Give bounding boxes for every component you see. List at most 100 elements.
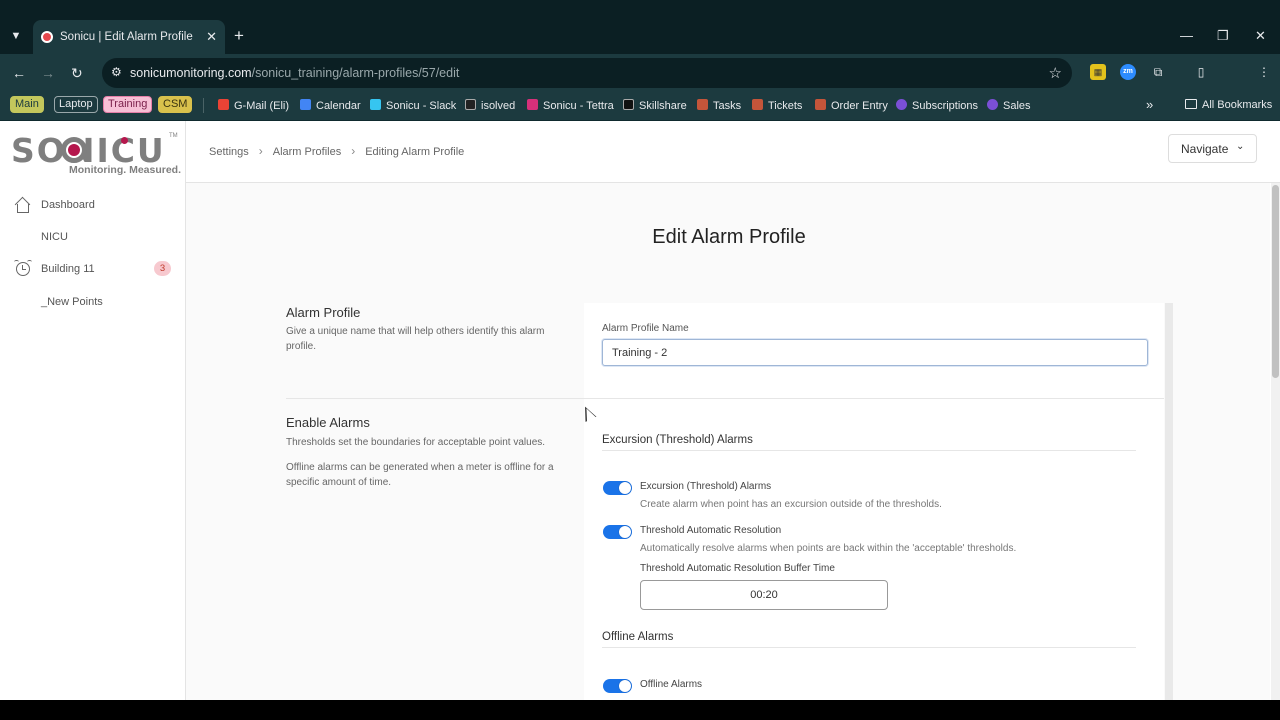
sidebar-item-label: NICU bbox=[41, 231, 68, 243]
reload-icon[interactable]: ↻ bbox=[71, 64, 83, 82]
tettra-icon bbox=[527, 99, 538, 110]
side-panel-icon[interactable]: ▯ bbox=[1193, 64, 1209, 80]
breadcrumb: Settings › Alarm Profiles › Editing Alarm Pr… bbox=[209, 144, 464, 158]
chevron-right-icon: › bbox=[351, 144, 356, 158]
bookmark-order-entry[interactable]: Order Entry bbox=[815, 99, 888, 112]
sidebar-item-building-11[interactable]: Building 11 3 bbox=[0, 257, 185, 283]
threshold-auto-resolution-label: Threshold Automatic Resolution bbox=[640, 525, 782, 536]
alarm-profile-section-desc: Give a unique name that will help others… bbox=[286, 326, 545, 352]
sidebar-item-label: Dashboard bbox=[41, 199, 95, 211]
sidebar-item-new-points[interactable]: _New Points bbox=[0, 290, 185, 316]
bookmark-tickets[interactable]: Tickets bbox=[752, 99, 802, 112]
bookmark-skillshare[interactable]: Skillshare bbox=[623, 99, 687, 112]
bookmark-subscriptions[interactable]: Subscriptions bbox=[896, 99, 978, 112]
page-header: Settings › Alarm Profiles › Editing Alarm Pr… bbox=[186, 121, 1280, 183]
sidebar-item-label: Building 11 bbox=[41, 263, 95, 275]
breadcrumb-current: Editing Alarm Profile bbox=[365, 146, 465, 158]
page-scrollbar[interactable] bbox=[1271, 183, 1280, 700]
sidebar-item-label: _New Points bbox=[41, 296, 103, 308]
logo-trademark: TM bbox=[169, 133, 178, 139]
bookmark-tettra[interactable]: Sonicu - Tettra bbox=[527, 99, 614, 112]
screen-bottom-edge bbox=[0, 700, 1280, 720]
isolved-icon bbox=[465, 99, 476, 110]
offline-alarms-toggle-label: Offline Alarms bbox=[640, 679, 703, 690]
buffer-time-input[interactable] bbox=[640, 580, 888, 610]
chevron-right-icon: › bbox=[258, 144, 263, 158]
bookmark-tasks[interactable]: Tasks bbox=[697, 99, 741, 112]
alarm-profile-name-input[interactable] bbox=[602, 339, 1148, 366]
alarm-count-badge: 3 bbox=[154, 261, 171, 276]
address-bar[interactable]: ⚙ sonicumonitoring.com/sonicu_training/a… bbox=[102, 58, 1072, 88]
sidebar-item-nicu[interactable]: NICU bbox=[0, 225, 185, 251]
enable-alarms-desc-2: Offline alarms can be generated when a m… bbox=[286, 462, 554, 488]
bookmark-gmail[interactable]: G-Mail (Eli) bbox=[218, 99, 289, 112]
gmail-icon bbox=[218, 99, 229, 110]
bookmark-calendar[interactable]: Calendar bbox=[300, 99, 361, 112]
folder-icon bbox=[1185, 99, 1197, 109]
bookmark-group-main[interactable]: Main bbox=[10, 96, 44, 113]
chevron-down-icon: ⌄ bbox=[1236, 141, 1245, 152]
back-icon[interactable]: ← bbox=[12, 64, 26, 82]
offline-heading-rule bbox=[602, 647, 1136, 648]
panel-rail bbox=[1165, 303, 1173, 700]
bookmark-slack[interactable]: Sonicu - Slack bbox=[370, 99, 456, 112]
alarm-profile-section-title: Alarm Profile bbox=[286, 305, 361, 320]
bookmark-isolved[interactable]: isolved bbox=[465, 99, 515, 112]
forward-icon[interactable]: → bbox=[41, 64, 55, 82]
sidebar-item-dashboard[interactable]: Dashboard bbox=[0, 193, 185, 219]
excursion-alarms-toggle-label: Excursion (Threshold) Alarms bbox=[640, 481, 772, 492]
sonicu-favicon-icon bbox=[41, 31, 53, 43]
skillshare-icon bbox=[623, 99, 634, 110]
web-page: SONICU TM Monitoring. Measured. Dashboar… bbox=[0, 121, 1280, 700]
bookmark-group-training[interactable]: Training bbox=[103, 96, 153, 113]
threshold-auto-resolution-desc: Automatically resolve alarms when points… bbox=[640, 543, 1017, 554]
main-content: Edit Alarm Profile Alarm Profile Give a … bbox=[186, 183, 1270, 700]
section-divider bbox=[286, 398, 1164, 399]
tab-close-icon[interactable]: ✕ bbox=[206, 29, 217, 45]
new-tab-icon[interactable]: + bbox=[234, 27, 244, 45]
bookmarks-overflow-icon[interactable]: » bbox=[1146, 97, 1153, 112]
bookmark-group-csm[interactable]: CSM bbox=[158, 96, 193, 113]
bookmark-group-laptop[interactable]: Laptop bbox=[54, 96, 98, 113]
sidebar: SONICU TM Monitoring. Measured. Dashboar… bbox=[0, 121, 186, 700]
bookmark-star-icon[interactable]: ☆ bbox=[1049, 64, 1062, 82]
all-bookmarks[interactable]: All Bookmarks bbox=[1185, 99, 1272, 111]
site-info-icon[interactable]: ⚙ bbox=[111, 65, 122, 79]
scrollbar-thumb[interactable] bbox=[1272, 185, 1279, 378]
extensions-puzzle-icon[interactable]: ⧉ bbox=[1150, 64, 1166, 80]
navigate-dropdown[interactable]: Navigate ⌄ bbox=[1168, 134, 1257, 163]
page-title: Edit Alarm Profile bbox=[652, 226, 806, 248]
bookmarks-bar: Main Laptop Training CSM G-Mail (Eli) Ca… bbox=[0, 92, 1280, 121]
toggle-knob bbox=[619, 482, 631, 494]
alarm-clock-icon bbox=[14, 259, 32, 277]
enable-alarms-section-title: Enable Alarms bbox=[286, 415, 370, 430]
buffer-time-label: Threshold Automatic Resolution Buffer Ti… bbox=[640, 563, 835, 574]
excursion-alarms-toggle[interactable] bbox=[603, 481, 632, 495]
breadcrumb-alarm-profiles[interactable]: Alarm Profiles bbox=[273, 146, 341, 158]
extension-zoom-icon[interactable]: zm bbox=[1120, 64, 1136, 80]
breadcrumb-settings[interactable]: Settings bbox=[209, 146, 249, 158]
excursion-heading-rule bbox=[602, 450, 1136, 451]
offline-alarms-toggle[interactable] bbox=[603, 679, 632, 693]
sales-icon bbox=[987, 99, 998, 110]
extension-sheets-icon[interactable]: ▦ bbox=[1090, 64, 1106, 80]
tab-search-chevron-icon[interactable]: ▼ bbox=[6, 26, 26, 46]
navigate-label: Navigate bbox=[1181, 142, 1229, 156]
restore-icon[interactable]: ❐ bbox=[1217, 28, 1229, 44]
bookmark-sales[interactable]: Sales bbox=[987, 99, 1031, 112]
calendar-icon bbox=[300, 99, 311, 110]
toggle-knob bbox=[619, 680, 631, 692]
logo-tagline: Monitoring. Measured. bbox=[69, 164, 182, 176]
browser-tab-active[interactable]: Sonicu | Edit Alarm Profile ✕ bbox=[33, 20, 225, 54]
threshold-auto-resolution-toggle[interactable] bbox=[603, 525, 632, 539]
sonicu-logo[interactable]: SONICU TM Monitoring. Measured. bbox=[11, 131, 181, 177]
minimize-icon[interactable]: — bbox=[1180, 28, 1193, 43]
window-close-icon[interactable]: ✕ bbox=[1255, 28, 1266, 44]
toggle-knob bbox=[619, 526, 631, 538]
browser-toolbar: ← → ↻ ⚙ sonicumonitoring.com/sonicu_trai… bbox=[0, 54, 1280, 135]
browser-menu-icon[interactable]: ⋮ bbox=[1256, 64, 1272, 80]
browser-tabstrip: ▼ Sonicu | Edit Alarm Profile ✕ + — ❐ ✕ bbox=[0, 0, 1280, 54]
subscriptions-icon bbox=[896, 99, 907, 110]
house-icon bbox=[14, 195, 32, 213]
logo-i-dot bbox=[121, 137, 128, 144]
